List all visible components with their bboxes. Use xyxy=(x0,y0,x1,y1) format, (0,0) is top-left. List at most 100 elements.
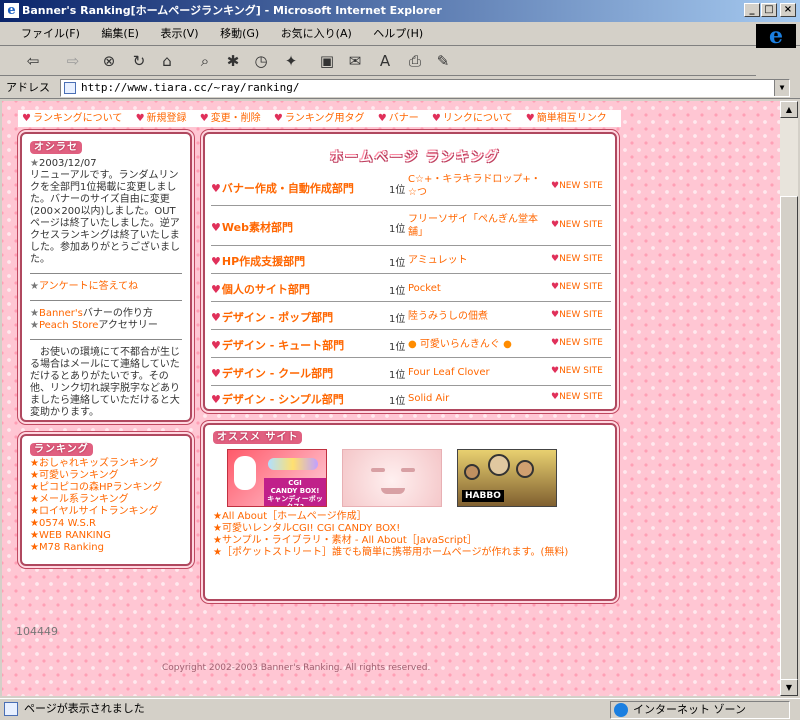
list-item[interactable]: ★サンプル・ライブラリ・素材 - All About［JavaScript］ xyxy=(213,535,568,547)
category-label[interactable]: ♥個人のサイト部門 xyxy=(211,281,310,297)
font-icon[interactable]: A xyxy=(374,50,396,72)
ranking-link[interactable]: ピコピコの森HPランキング xyxy=(39,482,162,493)
nav-mutual-link[interactable]: 簡単相互リンク xyxy=(537,113,607,124)
category-label[interactable]: ♥デザイン - キュート部門 xyxy=(211,337,344,353)
category-text: デザイン - クール部門 xyxy=(221,367,334,380)
list-item[interactable]: ★可愛いランキング xyxy=(30,470,182,482)
new-site-link[interactable]: ♥NEW SITE xyxy=(551,220,603,230)
list-item[interactable]: ★All About［ホームページ作成］ xyxy=(213,511,568,523)
category-label[interactable]: ♥Web素材部門 xyxy=(211,219,293,235)
recommended-link[interactable]: サンプル・ライブラリ・素材 - All About［JavaScript］ xyxy=(222,535,477,546)
ranking-link[interactable]: M78 Ranking xyxy=(39,542,104,553)
address-input[interactable]: http://www.tiara.cc/~ray/ranking/ ▼ xyxy=(60,79,790,97)
menu-view[interactable]: 表示(V) xyxy=(151,22,207,46)
stop-icon[interactable]: ⊗ xyxy=(98,50,120,72)
fullscreen-icon[interactable]: ▣ xyxy=(316,50,338,72)
new-site-link[interactable]: ♥NEW SITE xyxy=(551,366,603,376)
ie-app-icon: e xyxy=(4,3,19,18)
survey-link[interactable]: アンケートに答えてね xyxy=(39,281,138,292)
site-link[interactable]: Solid Air xyxy=(408,392,548,405)
home-icon[interactable]: ⌂ xyxy=(156,50,178,72)
minimize-button[interactable]: _ xyxy=(744,3,760,17)
banners-link[interactable]: Banner's xyxy=(39,308,83,319)
search-icon[interactable]: ⌕ xyxy=(194,50,216,72)
category-label[interactable]: ♥デザイン - クール部門 xyxy=(211,365,333,381)
menu-go[interactable]: 移動(G) xyxy=(211,22,268,46)
ranking-link[interactable]: ロイヤルサイトランキング xyxy=(39,506,158,517)
recommended-link[interactable]: All About［ホームページ作成］ xyxy=(222,511,367,522)
site-link[interactable]: 陸うみうしの佃煮 xyxy=(408,310,548,323)
menu-help[interactable]: ヘルプ(H) xyxy=(364,22,432,46)
new-site-link[interactable]: ♥NEW SITE xyxy=(551,310,603,320)
page-viewport: ♥ ランキングについて ♥ 新規登録 ♥ 変更・削除 ♥ ランキング用タグ ♥ バナー ♥… xyxy=(2,101,780,696)
recommended-link[interactable]: 可愛いレンタルCGI! CGI CANDY BOX! xyxy=(222,523,400,534)
rank-label: 1位 xyxy=(389,185,406,196)
print-icon[interactable]: ⎙ xyxy=(404,50,426,72)
site-link[interactable]: フリーソザイ「ぺんぎん堂本舗」 xyxy=(408,213,548,239)
maximize-button[interactable]: □ xyxy=(761,3,777,17)
list-item[interactable]: ★可愛いレンタルCGI! CGI CANDY BOX! xyxy=(213,523,568,535)
address-dropdown-button[interactable]: ▼ xyxy=(774,80,789,96)
copyright-footer: Copyright 2002-2003 Banner's Ranking. Al… xyxy=(162,663,431,673)
nav-edit-delete[interactable]: 変更・削除 xyxy=(211,113,261,124)
recommended-link[interactable]: ［ポケットストリート］誰でも簡単に携帯用ホームページが作れます。(無料) xyxy=(222,547,568,558)
site-link[interactable]: Four Leaf Clover xyxy=(408,366,548,379)
favorites-icon[interactable]: ✱ xyxy=(222,50,244,72)
nav-about[interactable]: ランキングについて xyxy=(33,113,122,124)
history-icon[interactable]: ◷ xyxy=(250,50,272,72)
close-button[interactable]: × xyxy=(780,3,796,17)
ranking-link[interactable]: メール系ランキング xyxy=(39,494,129,505)
new-site-text: NEW SITE xyxy=(559,338,603,348)
category-label[interactable]: ♥デザイン - シンプル部門 xyxy=(211,391,344,407)
edit-icon[interactable]: ✎ xyxy=(432,50,454,72)
scroll-up-button[interactable]: ▲ xyxy=(780,101,798,118)
back-arrow-icon[interactable]: ⇦ xyxy=(22,50,44,72)
menu-file[interactable]: ファイル(F) xyxy=(12,22,89,46)
nav-register[interactable]: 新規登録 xyxy=(147,113,187,124)
channels-icon[interactable]: ✦ xyxy=(280,50,302,72)
nav-links[interactable]: リンクについて xyxy=(443,113,513,124)
list-item[interactable]: ★ピコピコの森HPランキング xyxy=(30,482,182,494)
scroll-thumb[interactable] xyxy=(780,196,798,696)
site-link[interactable]: ● 可愛いらんきんぐ ● xyxy=(408,338,548,351)
category-label[interactable]: ♥デザイン - ポップ部門 xyxy=(211,309,333,325)
category-label[interactable]: ♥バナー作成・自動作成部門 xyxy=(211,180,354,196)
menu-edit[interactable]: 編集(E) xyxy=(92,22,148,46)
nav-ranking-tag[interactable]: ランキング用タグ xyxy=(285,113,365,124)
star-icon: ★ xyxy=(213,535,222,546)
list-item[interactable]: ★おしゃれキッズランキング xyxy=(30,458,182,470)
site-link[interactable]: C☆+・キラキラドロップ+・☆つ xyxy=(408,173,548,199)
scroll-down-button[interactable]: ▼ xyxy=(780,679,798,696)
list-item[interactable]: ★ロイヤルサイトランキング xyxy=(30,506,182,518)
list-item[interactable]: ★［ポケットストリート］誰でも簡単に携帯用ホームページが作れます。(無料) xyxy=(213,547,568,559)
vertical-scrollbar[interactable]: ▲ ▼ xyxy=(780,101,798,696)
list-item[interactable]: ★メール系ランキング xyxy=(30,494,182,506)
menu-favorites[interactable]: お気に入り(A) xyxy=(272,22,361,46)
category-label[interactable]: ♥HP作成支援部門 xyxy=(211,253,305,269)
peach-store-link[interactable]: Peach Store xyxy=(39,320,98,331)
window-title: Banner's Ranking[ホームページランキング] - Microsof… xyxy=(22,4,442,17)
new-site-link[interactable]: ♥NEW SITE xyxy=(551,254,603,264)
site-link[interactable]: アミュレット xyxy=(408,254,548,267)
nav-banner[interactable]: バナー xyxy=(389,113,419,124)
forward-arrow-icon[interactable]: ⇨ xyxy=(62,50,84,72)
ranking-link[interactable]: 可愛いランキング xyxy=(39,470,119,481)
list-item[interactable]: ★M78 Ranking xyxy=(30,542,182,554)
list-item[interactable]: ★0574 W.S.R xyxy=(30,518,182,530)
globe-icon xyxy=(614,703,628,717)
face-banner[interactable] xyxy=(342,449,442,507)
candy-box-banner[interactable]: CGI CANDY BOX! キャンディーボックス? xyxy=(227,449,327,507)
new-site-link[interactable]: ♥NEW SITE xyxy=(551,392,603,402)
habbo-banner[interactable]: HABBO xyxy=(457,449,557,507)
mail-icon[interactable]: ✉ xyxy=(344,50,366,72)
refresh-icon[interactable]: ↻ xyxy=(128,50,150,72)
ranking-link[interactable]: おしゃれキッズランキング xyxy=(39,458,159,469)
new-site-link[interactable]: ♥NEW SITE xyxy=(551,181,603,191)
list-item[interactable]: ★WEB RANKING xyxy=(30,530,182,542)
mouth-icon xyxy=(381,488,405,494)
ranking-link[interactable]: 0574 W.S.R xyxy=(39,518,96,529)
new-site-link[interactable]: ♥NEW SITE xyxy=(551,338,603,348)
new-site-link[interactable]: ♥NEW SITE xyxy=(551,282,603,292)
ranking-link[interactable]: WEB RANKING xyxy=(39,530,111,541)
site-link[interactable]: Pocket xyxy=(408,282,548,295)
